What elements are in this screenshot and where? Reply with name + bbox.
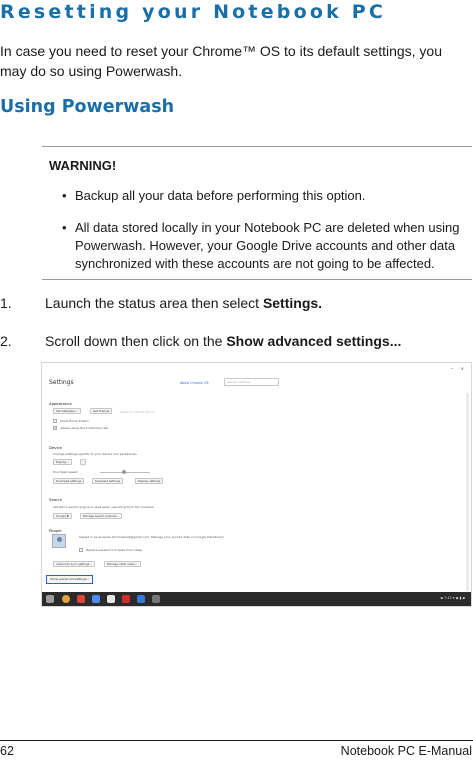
device-heading: Device bbox=[49, 445, 62, 450]
page-title: Resetting your Notebook PC bbox=[0, 1, 387, 23]
show-bookmarks-label: Always show the bookmarks bar bbox=[60, 426, 109, 430]
require-password-checkbox[interactable] bbox=[79, 548, 83, 552]
settings-app-icon[interactable] bbox=[152, 595, 160, 603]
about-chrome-link[interactable]: About Chrome OS bbox=[180, 381, 209, 385]
manual-title: Notebook PC E-Manual bbox=[340, 744, 472, 758]
step-number: 1. bbox=[0, 295, 12, 311]
bullet-icon: • bbox=[62, 220, 67, 235]
touchpad-settings-button[interactable]: Touchpad settings bbox=[53, 478, 85, 484]
scrollbar[interactable] bbox=[466, 393, 469, 591]
display-button[interactable]: Display... bbox=[53, 459, 72, 465]
apps-launcher-icon[interactable] bbox=[46, 595, 54, 603]
require-password-label: Require password to wake from sleep bbox=[86, 548, 143, 552]
warning-item: Backup all your data before performing t… bbox=[75, 188, 366, 203]
warning-title: WARNING! bbox=[49, 158, 117, 173]
bullet-icon: • bbox=[62, 188, 67, 203]
step-emphasis: Settings. bbox=[262, 295, 323, 311]
appearance-heading: Appearance bbox=[49, 401, 72, 406]
step-instruction: Scroll down then click on the bbox=[45, 333, 227, 349]
chrome-icon[interactable] bbox=[62, 595, 70, 603]
show-home-checkbox[interactable] bbox=[53, 419, 57, 423]
touchpad-speed-knob[interactable] bbox=[122, 470, 126, 474]
footer-divider bbox=[0, 740, 473, 741]
intro-paragraph: In case you need to reset your Chrome™ O… bbox=[0, 43, 443, 79]
keyboard-settings-button[interactable]: Keyboard settings bbox=[92, 478, 124, 484]
settings-screenshot: − ✕ Settings About Chrome OS Search sett… bbox=[41, 362, 472, 607]
touchpad-speed-label: Touchpad speed: bbox=[53, 470, 79, 474]
section-heading: Using Powerwash bbox=[0, 97, 175, 117]
gmail-icon[interactable] bbox=[77, 595, 85, 603]
step-text: Launch the status area then select Setti… bbox=[45, 295, 322, 311]
warning-box: WARNING! • Backup all your data before p… bbox=[42, 146, 472, 280]
device-description: Change settings specific to your device … bbox=[53, 452, 138, 456]
avatar bbox=[52, 534, 66, 548]
window-controls[interactable]: − ✕ bbox=[450, 366, 467, 371]
get-themes-button[interactable]: Get themes bbox=[90, 408, 113, 414]
set-wallpaper-button[interactable]: Set wallpaper... bbox=[53, 408, 81, 414]
step-emphasis: Show advanced settings... bbox=[226, 333, 402, 349]
show-advanced-settings-button[interactable]: Show advanced settings... bbox=[46, 575, 94, 584]
show-home-label: Show Home button bbox=[60, 419, 89, 423]
step-instruction: Launch the status area then select bbox=[45, 295, 263, 311]
status-tray[interactable]: ▪ 7:42 ▾ ◆ ▮ ▪ bbox=[440, 596, 465, 600]
people-heading: People bbox=[49, 528, 62, 533]
docs-icon[interactable] bbox=[92, 595, 100, 603]
step-text: Scroll down then click on the Show advan… bbox=[45, 333, 401, 349]
advanced-sync-button[interactable]: Advanced sync settings... bbox=[53, 561, 95, 567]
warning-item: All data stored locally in your Notebook… bbox=[75, 220, 460, 271]
sound-button[interactable] bbox=[80, 459, 86, 465]
display-settings-button[interactable]: Display settings bbox=[135, 478, 164, 484]
settings-title: Settings bbox=[49, 379, 74, 386]
step-number: 2. bbox=[0, 333, 12, 349]
files-icon[interactable] bbox=[137, 595, 145, 603]
youtube-icon[interactable] bbox=[122, 595, 130, 603]
manage-search-engines-button[interactable]: Manage search engines... bbox=[80, 513, 122, 519]
drive-icon[interactable] bbox=[107, 595, 115, 603]
manage-users-button[interactable]: Manage other users... bbox=[104, 561, 141, 567]
taskbar: ▪ 7:42 ▾ ◆ ▮ ▪ bbox=[42, 592, 471, 606]
page-number: 62 bbox=[0, 744, 14, 758]
show-bookmarks-checkbox[interactable] bbox=[53, 425, 57, 430]
search-settings-input[interactable]: Search settings bbox=[224, 378, 279, 386]
search-engine-select[interactable]: Google ▼ bbox=[53, 513, 72, 519]
signed-in-text: Signed in as asusedu.chromebook@gmail.co… bbox=[79, 535, 225, 539]
search-heading: Search bbox=[49, 497, 63, 502]
reset-theme-button[interactable]: Reset to default theme bbox=[120, 410, 155, 414]
search-description: Set which search engine is used when sea… bbox=[53, 505, 155, 509]
